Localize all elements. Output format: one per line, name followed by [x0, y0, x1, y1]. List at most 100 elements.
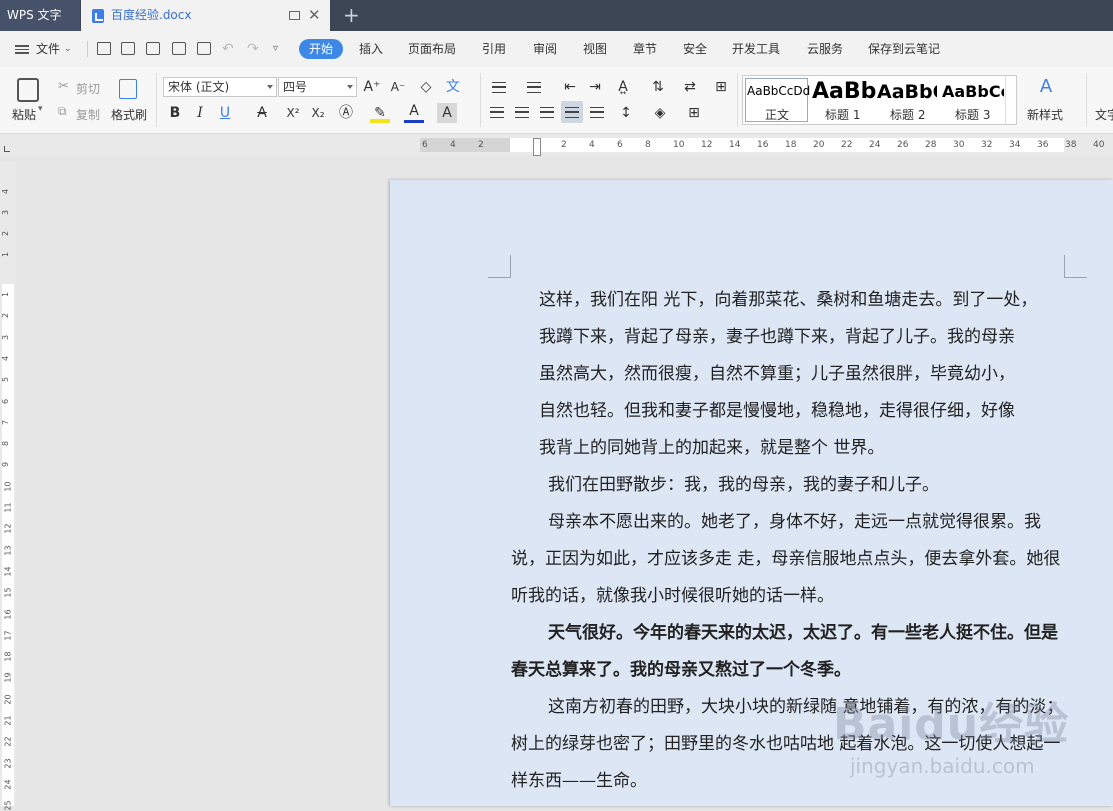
text-effect-icon[interactable]: Ⓐ — [336, 103, 356, 123]
vertical-ruler-tick: 3 — [1, 209, 11, 216]
copy-button[interactable]: 复制 — [76, 106, 100, 123]
ruler-tick: 18 — [785, 140, 797, 150]
ruler-tick: 28 — [925, 140, 937, 150]
tab-page-layout[interactable]: 页面布局 — [408, 31, 456, 67]
margin-corner-top-right — [1064, 255, 1087, 278]
vertical-ruler-tick: 14 — [3, 566, 13, 577]
italic-button[interactable]: I — [190, 103, 210, 123]
ruler-tick: 24 — [869, 140, 881, 150]
char-shading-icon[interactable]: A — [437, 103, 457, 123]
increase-indent-icon[interactable]: ⇥ — [585, 77, 605, 97]
numbered-list-icon[interactable] — [527, 82, 541, 93]
bold-button[interactable]: B — [165, 103, 185, 123]
clear-format-icon[interactable]: ◇ — [416, 77, 436, 97]
paragraph-1-line: 我蹲下来，背起了母亲，妻子也蹲下来，背起了儿子。我的母亲 — [539, 327, 1015, 347]
align-left-icon[interactable] — [490, 107, 504, 118]
vertical-ruler-tick: 13 — [3, 545, 13, 556]
vertical-ruler-tick: 8 — [1, 441, 11, 447]
increase-font-icon[interactable]: A⁺ — [362, 77, 382, 97]
borders-icon[interactable]: ⊞ — [684, 103, 704, 123]
chevron-down-icon[interactable]: ⌄ — [64, 31, 72, 67]
decrease-font-icon[interactable]: A⁻ — [388, 77, 408, 97]
highlight-icon[interactable]: ✎ — [370, 103, 390, 123]
tab-developer-tools[interactable]: 开发工具 — [732, 31, 780, 67]
tab-start[interactable]: 开始 — [299, 39, 343, 59]
distributed-align-icon[interactable] — [590, 107, 604, 118]
style-heading3-label[interactable]: 标题 3 — [955, 106, 990, 123]
style-heading1-label[interactable]: 标题 1 — [825, 106, 860, 123]
font-size-select[interactable]: 四号 — [278, 77, 357, 97]
undo-icon[interactable]: ↶ — [222, 31, 234, 67]
print-icon[interactable] — [172, 42, 186, 55]
style-heading3-preview[interactable]: AaBbCc — [942, 82, 1004, 101]
document-tab[interactable]: 百度经验.docx ✕ — [81, 0, 330, 31]
sort-icon[interactable]: ⇅ — [648, 77, 668, 97]
underline-button[interactable]: U — [215, 103, 235, 123]
table-layout-icon[interactable]: ⊞ — [711, 77, 731, 97]
redo-icon[interactable]: ↷ — [247, 31, 259, 67]
vertical-ruler-tick: 24 — [3, 779, 13, 790]
paste-dropdown-icon[interactable]: ▾ — [38, 104, 43, 114]
close-tab-icon[interactable]: ✕ — [308, 6, 321, 24]
save-icon[interactable] — [121, 42, 135, 55]
bullet-list-icon[interactable] — [492, 82, 506, 93]
open-folder-icon[interactable] — [97, 42, 111, 55]
tab-insert[interactable]: 插入 — [359, 31, 383, 67]
text-tool-button[interactable]: 文字 — [1095, 106, 1113, 123]
window-mode-icon[interactable] — [289, 11, 300, 20]
export-pdf-icon[interactable] — [146, 42, 160, 55]
clipboard-icon[interactable] — [17, 78, 39, 102]
print-preview-icon[interactable] — [197, 42, 211, 55]
phonetic-guide-icon[interactable]: 文 — [443, 77, 463, 97]
scissors-icon[interactable]: ✂ — [58, 79, 69, 94]
tab-security[interactable]: 安全 — [683, 31, 707, 67]
align-justify-icon[interactable] — [565, 107, 579, 118]
decrease-indent-icon[interactable]: ⇤ — [560, 77, 580, 97]
style-heading2-label[interactable]: 标题 2 — [890, 106, 925, 123]
style-gallery-scroll[interactable] — [1005, 76, 1017, 124]
new-tab-button[interactable]: + — [343, 4, 360, 26]
new-style-button[interactable]: 新样式 — [1027, 106, 1063, 123]
tab-review[interactable]: 审阅 — [533, 31, 557, 67]
tab-references[interactable]: 引用 — [482, 31, 506, 67]
paragraph-1-line: 虽然高大，然而很瘦，自然不算重；儿子虽然很胖，毕竟幼小， — [539, 364, 1015, 384]
shading-icon[interactable]: ◈ — [650, 103, 670, 123]
hamburger-menu-icon[interactable] — [15, 45, 29, 54]
cut-button[interactable]: 剪切 — [76, 80, 100, 97]
ribbon-divider — [480, 73, 481, 127]
strikethrough-icon[interactable]: A — [252, 103, 272, 123]
superscript-button[interactable]: X² — [283, 103, 303, 123]
font-name-select[interactable]: 宋体 (正文) — [163, 77, 277, 97]
align-center-icon[interactable] — [515, 107, 529, 118]
line-spacing-icon[interactable]: ↕ — [616, 103, 636, 123]
paste-button[interactable]: 粘贴 — [12, 106, 36, 123]
customize-toolbar-icon[interactable]: ▿ — [273, 31, 278, 67]
align-right-icon[interactable] — [540, 107, 554, 118]
app-menu-tab[interactable]: WPS 文字 — [0, 0, 80, 31]
tab-chapter[interactable]: 章节 — [633, 31, 657, 67]
subscript-button[interactable]: X₂ — [308, 103, 328, 123]
tab-stop-icon[interactable] — [4, 146, 10, 152]
tab-cloud-service[interactable]: 云服务 — [807, 31, 843, 67]
tab-save-to-cloud-notes[interactable]: 保存到云笔记 — [868, 31, 940, 67]
copy-icon[interactable]: ⧉ — [58, 104, 67, 119]
format-painter-icon[interactable] — [119, 79, 137, 99]
new-style-icon[interactable]: A — [1036, 77, 1056, 97]
ruler-tick: 12 — [701, 140, 713, 150]
ribbon-divider — [737, 73, 738, 127]
style-heading2-preview[interactable]: AaBbC — [877, 81, 937, 103]
tab-view[interactable]: 视图 — [583, 31, 607, 67]
ruler-tick: 8 — [645, 140, 651, 150]
show-hide-marks-icon[interactable]: ⇄ — [680, 77, 700, 97]
format-painter-button[interactable]: 格式刷 — [111, 106, 147, 123]
chinese-layout-icon[interactable]: A͍ — [613, 77, 633, 97]
font-name-value: 宋体 (正文) — [168, 80, 230, 94]
watermark-logo-text: Baidu经验 — [833, 699, 1070, 750]
vertical-ruler-tick: 10 — [3, 481, 13, 492]
ruler-tick: 40 — [1093, 140, 1105, 150]
style-heading1-preview[interactable]: AaBb — [812, 79, 876, 104]
indent-marker[interactable] — [533, 138, 541, 156]
file-menu[interactable]: 文件 — [36, 31, 60, 67]
vertical-ruler-tick: 6 — [1, 398, 11, 404]
font-color-icon[interactable]: A — [404, 103, 424, 123]
